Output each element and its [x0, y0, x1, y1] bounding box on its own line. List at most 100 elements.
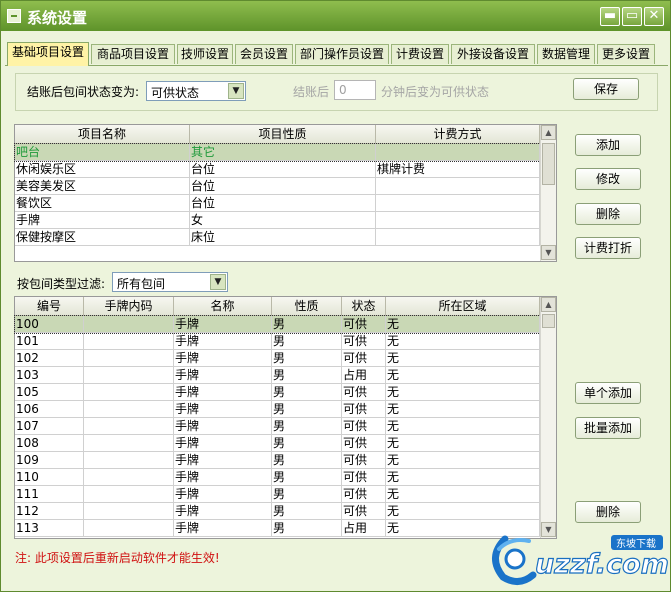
checkout-status-select[interactable]: 可供状态 ▼ [146, 81, 246, 101]
table-cell: 男 [272, 418, 342, 435]
column-header[interactable]: 状态 [342, 297, 386, 316]
room-row[interactable]: 107 手牌男可供无 [15, 418, 540, 435]
table-cell: 可供 [342, 316, 386, 333]
table-cell: 手牌 [15, 212, 190, 229]
add-button[interactable]: 添加 [575, 134, 641, 156]
project-row[interactable]: 吧台 其它 [14, 143, 541, 162]
column-header[interactable]: 项目性质 [190, 125, 376, 144]
title-bar[interactable]: 系统设置 ▬ ▭ ✕ [1, 1, 670, 31]
table-cell: 107 [15, 418, 84, 435]
table-cell [376, 144, 540, 161]
project-row[interactable]: 手牌女 [15, 212, 540, 229]
table-cell: 可供 [342, 503, 386, 520]
room-row[interactable]: 105 手牌男可供无 [15, 384, 540, 401]
column-header[interactable]: 名称 [174, 297, 272, 316]
scroll-up-icon[interactable]: ▲ [541, 125, 556, 140]
column-header[interactable]: 手牌内码 [84, 297, 174, 316]
table-cell: 可供 [342, 486, 386, 503]
room-row[interactable]: 112 手牌男可供无 [15, 503, 540, 520]
table-cell [84, 316, 174, 333]
table-cell: 113 [15, 520, 84, 537]
table-cell: 无 [386, 401, 540, 418]
tab-data-management[interactable]: 数据管理 [537, 44, 595, 64]
tab-goods-items[interactable]: 商品项目设置 [91, 44, 175, 64]
room-row[interactable]: 109 手牌男可供无 [15, 452, 540, 469]
room-row[interactable]: 102 手牌男可供无 [15, 350, 540, 367]
single-add-button[interactable]: 单个添加 [575, 382, 641, 404]
table-cell: 手牌 [174, 367, 272, 384]
column-header[interactable]: 计费方式 [376, 125, 540, 144]
table-cell: 105 [15, 384, 84, 401]
room-row[interactable]: 108 手牌男可供无 [15, 435, 540, 452]
table-cell: 无 [386, 316, 540, 333]
close-button[interactable]: ✕ [644, 7, 664, 26]
table-cell: 无 [386, 452, 540, 469]
room-delete-button[interactable]: 删除 [575, 501, 641, 523]
room-row[interactable]: 113 手牌男占用无 [15, 520, 540, 537]
table-cell: 男 [272, 384, 342, 401]
table-cell: 吧台 [15, 144, 190, 161]
tab-external-devices[interactable]: 外接设备设置 [451, 44, 535, 64]
project-row[interactable]: 餐饮区 台位 [15, 195, 540, 212]
table-cell: 112 [15, 503, 84, 520]
scroll-thumb[interactable] [542, 143, 555, 185]
table-cell: 可供 [342, 435, 386, 452]
room-row[interactable]: 106 手牌男可供无 [15, 401, 540, 418]
column-header[interactable]: 编号 [15, 297, 84, 316]
table-cell [84, 520, 174, 537]
table-cell [84, 503, 174, 520]
table-cell: 无 [386, 435, 540, 452]
table-cell [84, 384, 174, 401]
restore-button[interactable]: ▭ [622, 7, 642, 26]
project-row[interactable]: 美容美发区 台位 [15, 178, 540, 195]
chevron-down-icon[interactable]: ▼ [228, 83, 244, 99]
table-cell: 可供 [342, 452, 386, 469]
table-cell: 无 [386, 486, 540, 503]
tab-member[interactable]: 会员设置 [235, 44, 293, 64]
scroll-down-icon[interactable]: ▼ [541, 245, 556, 260]
room-row[interactable]: 101 手牌男可供无 [15, 333, 540, 350]
filter-label: 按包间类型过滤: [17, 277, 106, 291]
column-header[interactable]: 所在区域 [386, 297, 540, 316]
window-menu-icon[interactable] [7, 9, 21, 23]
save-button[interactable]: 保存 [573, 78, 639, 100]
delete-button[interactable]: 删除 [575, 203, 641, 225]
column-header[interactable]: 项目名称 [15, 125, 190, 144]
room-row[interactable]: 100 手牌男可供无 [14, 315, 541, 334]
project-row[interactable]: 休闲娱乐区 台位 棋牌计费 [15, 161, 540, 178]
tab-basic-items[interactable]: 基础项目设置 [7, 42, 89, 66]
table-cell: 102 [15, 350, 84, 367]
room-table: 编号 手牌内码 名称 性质 状态 所在区域 100 手牌男可供无 101 手牌男可供无… [14, 296, 557, 539]
table-cell: 男 [272, 469, 342, 486]
batch-add-button[interactable]: 批量添加 [575, 417, 641, 439]
scroll-thumb[interactable] [542, 314, 555, 328]
edit-button[interactable]: 修改 [575, 168, 641, 190]
tab-billing[interactable]: 计费设置 [391, 44, 449, 64]
tab-department-operator[interactable]: 部门操作员设置 [295, 44, 389, 64]
minutes-input[interactable]: 0 [334, 80, 376, 100]
room-row[interactable]: 111 手牌男可供无 [15, 486, 540, 503]
room-row[interactable]: 110 手牌男可供无 [15, 469, 540, 486]
room-table-scrollbar[interactable]: ▲ ▼ [540, 297, 556, 538]
project-row[interactable]: 保健按摩区 床位 [15, 229, 540, 246]
svg-text:东坡下载: 东坡下载 [616, 537, 656, 550]
minimize-button[interactable]: ▬ [600, 7, 620, 26]
table-cell: 无 [386, 333, 540, 350]
after-checkout-label: 结账后 [293, 85, 330, 99]
scroll-up-icon[interactable]: ▲ [541, 297, 556, 312]
project-table-scrollbar[interactable]: ▲ ▼ [540, 125, 556, 261]
column-header[interactable]: 性质 [272, 297, 342, 316]
table-cell [84, 333, 174, 350]
tab-technician[interactable]: 技师设置 [177, 44, 233, 64]
table-cell: 108 [15, 435, 84, 452]
table-cell: 男 [272, 452, 342, 469]
chevron-down-icon[interactable]: ▼ [210, 274, 226, 290]
room-row[interactable]: 103 手牌男占用无 [15, 367, 540, 384]
table-cell: 保健按摩区 [15, 229, 190, 246]
table-cell: 台位 [190, 195, 376, 212]
table-cell: 无 [386, 503, 540, 520]
table-cell: 无 [386, 350, 540, 367]
billing-discount-button[interactable]: 计费打折 [575, 237, 641, 259]
tab-more-settings[interactable]: 更多设置 [597, 44, 655, 64]
room-type-filter-select[interactable]: 所有包间 ▼ [112, 272, 228, 292]
